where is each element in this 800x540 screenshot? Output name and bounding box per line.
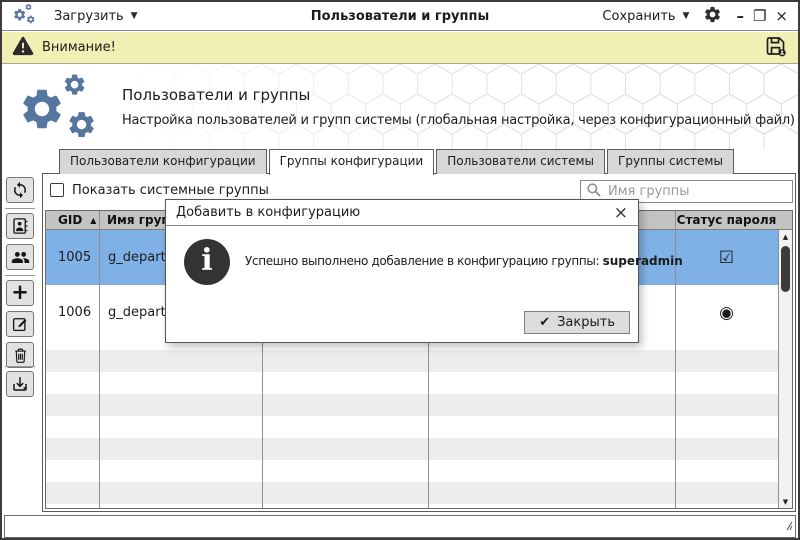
dialog-close-button-label: Закрыть (557, 315, 615, 330)
plus-icon: + (11, 282, 29, 303)
save-menu-label: Сохранить (602, 9, 675, 24)
import-button[interactable] (6, 371, 34, 397)
edit-button[interactable] (6, 311, 34, 337)
refresh-button[interactable] (6, 177, 34, 203)
tab-bar: Пользователи конфигурации Группы конфигу… (59, 149, 736, 175)
info-icon: i (184, 239, 230, 285)
delete-button[interactable] (6, 342, 34, 368)
save-menu-button[interactable]: Сохранить ▼ (602, 9, 689, 24)
column-header-label: Статус пароля (677, 213, 777, 227)
scroll-up-button[interactable]: ▲ (779, 230, 792, 243)
info-glyph: i (201, 246, 212, 276)
add-button[interactable]: + (6, 280, 34, 306)
warning-triangle-icon (12, 36, 34, 60)
empty-rows-stripes (46, 350, 778, 508)
vertical-scrollbar[interactable]: ▲ ▼ (778, 230, 792, 508)
page-subtitle: Настройка пользователей и групп системы … (122, 113, 795, 128)
dialog-close-icon[interactable]: × (614, 203, 628, 223)
chevron-down-icon: ▼ (131, 11, 138, 21)
tab-system-groups[interactable]: Группы системы (607, 149, 734, 174)
pattern-fade (2, 64, 798, 149)
page-header: Пользователи и группы Настройка пользова… (2, 64, 798, 149)
groups-button[interactable] (6, 244, 34, 270)
toolbar-separator (5, 208, 35, 209)
address-book-button[interactable] (6, 213, 34, 239)
dialog-message-text: Успешно выполнено добавление в конфигура… (245, 254, 603, 268)
tab-system-users[interactable]: Пользователи системы (436, 149, 605, 174)
scrollbar-thumb[interactable] (781, 246, 790, 292)
maximize-button[interactable]: ❐ (753, 9, 766, 24)
save-user-config-icon[interactable] (763, 34, 788, 62)
scroll-down-button[interactable]: ▼ (779, 495, 792, 508)
cell-gid: 1006 (46, 285, 99, 340)
sort-asc-icon: ▲ (90, 216, 96, 225)
titlebar: Пользователи и группы Загрузить ▼ Сохран… (2, 2, 798, 31)
toolbar-separator (5, 366, 35, 367)
dialog-message-group-name: superadmin (603, 254, 683, 268)
dialog-message: Успешно выполнено добавление в конфигура… (245, 254, 683, 268)
dialog-body: i Успешно выполнено добавление в конфигу… (166, 226, 638, 343)
tab-config-groups[interactable]: Группы конфигурации (269, 149, 435, 175)
column-header-password-status[interactable]: Статус пароля (675, 211, 778, 229)
dialog-titlebar: Добавить в конфигурацию × (166, 200, 638, 226)
users-groups-logo-gears-icon (16, 72, 100, 146)
status-bar (4, 515, 796, 538)
password-status-checked-icon: ☑ (675, 230, 778, 285)
chevron-down-icon: ▼ (683, 11, 690, 21)
app-window: Пользователи и группы Загрузить ▼ Сохран… (0, 0, 800, 540)
dialog-title: Добавить в конфигурацию (176, 205, 360, 220)
settings-gear-icon[interactable] (703, 5, 722, 28)
column-header-label: GID (58, 213, 82, 227)
show-system-groups-checkbox[interactable] (50, 183, 64, 197)
dialog-close-button[interactable]: ✔ Закрыть (524, 311, 630, 334)
password-status-radio-icon: ◉ (675, 285, 778, 340)
add-to-config-dialog: Добавить в конфигурацию × i Успешно выпо… (165, 199, 639, 343)
tab-config-users[interactable]: Пользователи конфигурации (59, 149, 267, 174)
warning-text: Внимание! (42, 40, 116, 55)
warning-bar: Внимание! (2, 32, 798, 64)
page-title: Пользователи и группы (122, 86, 310, 104)
close-window-button[interactable]: × (775, 9, 788, 24)
resize-grip[interactable] (780, 516, 793, 535)
load-menu-label: Загрузить (54, 9, 124, 24)
group-search-input[interactable] (606, 183, 787, 200)
check-icon: ✔ (539, 315, 550, 330)
minimize-button[interactable]: – (736, 9, 744, 24)
app-gears-icon (12, 3, 38, 29)
show-system-groups-label: Показать системные группы (72, 183, 269, 198)
cell-gid: 1005 (46, 230, 99, 285)
column-header-gid[interactable]: GID ▲ (46, 211, 99, 229)
load-menu-button[interactable]: Загрузить ▼ (54, 9, 138, 24)
toolbar-separator (5, 275, 35, 276)
